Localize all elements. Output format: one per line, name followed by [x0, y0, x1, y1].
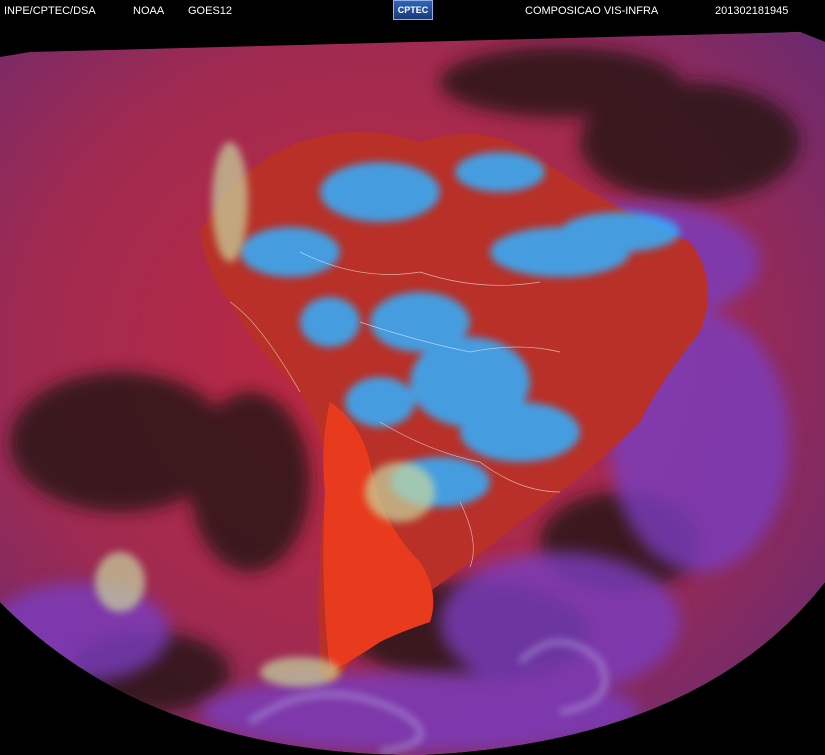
partner-label: NOAA — [133, 5, 165, 17]
satellite-label: GOES12 — [188, 5, 233, 17]
product-label: COMPOSICAO VIS-INFRA — [525, 5, 659, 17]
cptec-logo: CPTEC — [393, 0, 433, 20]
satellite-image — [0, 22, 825, 755]
timestamp-label: 201302181945 — [715, 5, 789, 17]
agency-label: INPE/CPTEC/DSA — [4, 5, 96, 17]
header-bar: INPE/CPTEC/DSA NOAA GOES12 CPTEC COMPOSI… — [0, 0, 825, 22]
